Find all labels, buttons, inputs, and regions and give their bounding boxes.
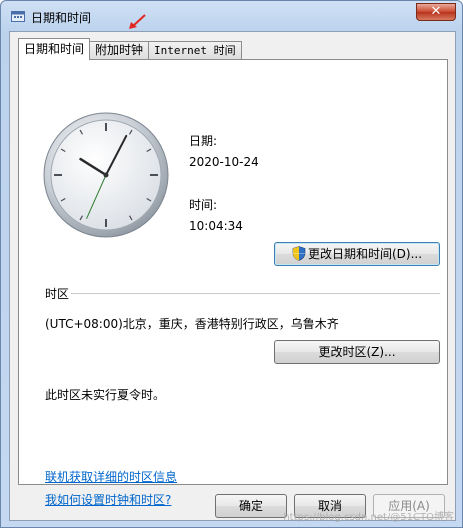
title-bar[interactable]: 日期和时间 ✕ [1,1,462,31]
red-arrow-annotation [129,14,146,29]
date-value: 2020-10-24 [189,155,259,169]
watermark: https://blog.csdn.net/@51CTO博客 [283,512,454,523]
window-title: 日期和时间 [31,11,92,25]
tab-date-time[interactable]: 日期和时间 [18,38,91,60]
close-button[interactable]: ✕ [416,3,456,21]
uac-shield-icon [292,246,306,261]
date-time-window: 日期和时间 ✕ 日期和时间 附加时钟 Internet 时间 日期: 2020-… [0,0,463,528]
change-date-time-button[interactable]: 更改日期和时间(D)... [274,242,440,266]
calendar-clock-icon [11,11,25,22]
timezone-info-link[interactable]: 联机获取详细的时区信息 [45,468,177,485]
dst-note: 此时区未实行夏令时。 [45,388,166,402]
timezone-value: (UTC+08:00)北京，重庆，香港特别行政区，乌鲁木齐 [45,317,339,331]
dialog-client-area: 日期和时间 附加时钟 Internet 时间 日期: 2020-10-24 时间… [9,31,456,521]
time-value: 10:04:34 [189,219,243,233]
tab-internet-time[interactable]: Internet 时间 [148,41,242,60]
time-label: 时间: [189,198,218,212]
tab-strip: 日期和时间 附加时钟 Internet 时间 [18,38,242,60]
tab-additional-clocks[interactable]: 附加时钟 [89,41,150,60]
analog-clock-icon [43,112,169,238]
ok-button[interactable]: 确定 [215,494,287,518]
how-to-set-clock-link[interactable]: 我如何设置时钟和时区? [45,491,171,508]
date-label: 日期: [189,134,218,148]
timezone-heading: 时区 [45,287,70,301]
change-date-time-label: 更改日期和时间(D)... [307,247,423,261]
timezone-separator [71,293,440,294]
date-time-panel: 日期: 2020-10-24 时间: 10:04:34 更改日期和时间(D)..… [18,59,448,507]
change-timezone-button[interactable]: 更改时区(Z)... [274,340,440,364]
